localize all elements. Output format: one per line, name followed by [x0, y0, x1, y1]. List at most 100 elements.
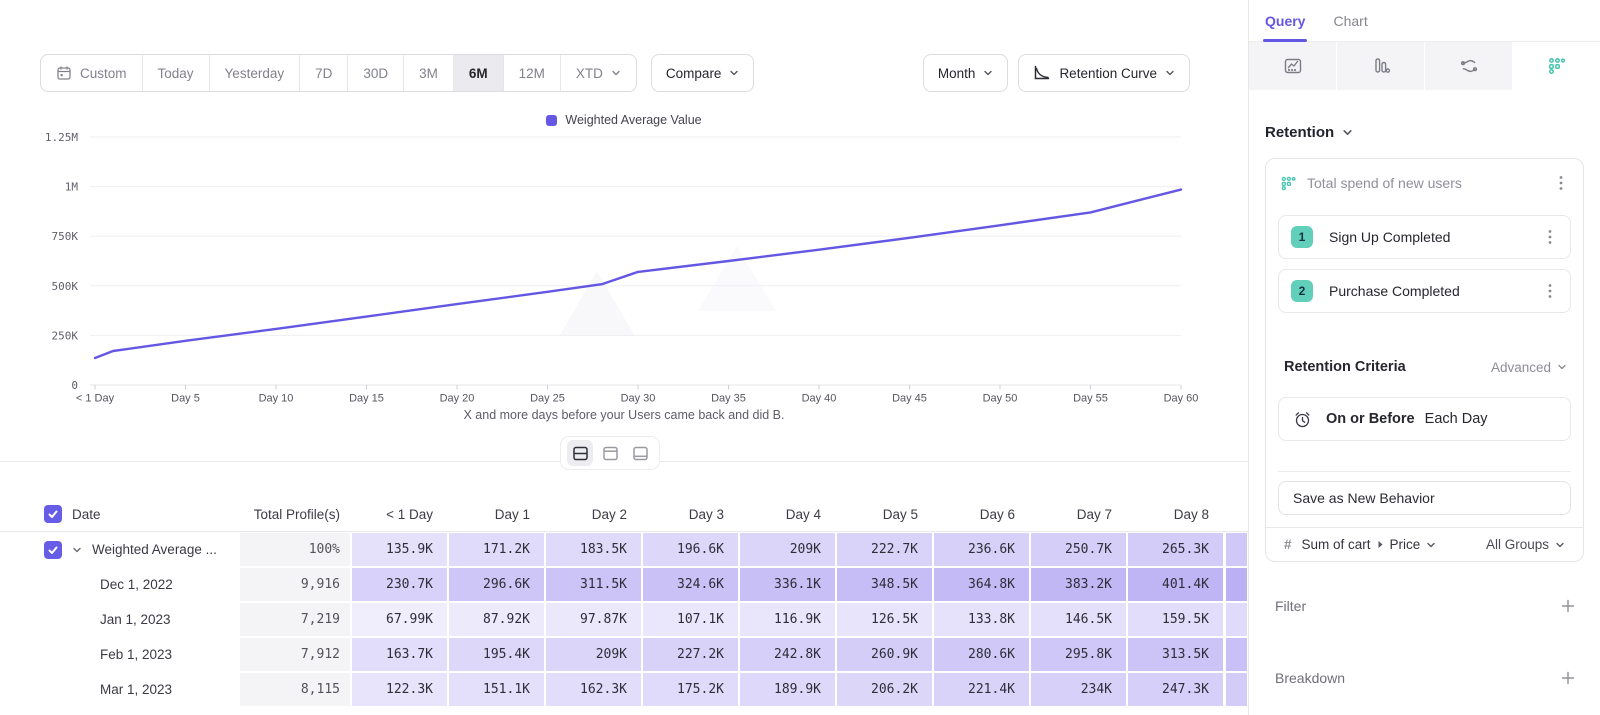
split-equal-icon[interactable]	[567, 440, 593, 466]
range-custom[interactable]: Custom	[41, 55, 142, 91]
retention-cell[interactable]: 234K	[1031, 673, 1126, 706]
retention-cell[interactable]: 222.7K	[837, 533, 932, 566]
retention-cell-clipped[interactable]	[1226, 568, 1247, 601]
retention-cell-clipped[interactable]	[1226, 638, 1247, 671]
retention-cell[interactable]: 163.7K	[352, 638, 447, 671]
retention-cell[interactable]: 126.5K	[837, 603, 932, 636]
step-row-sign-up[interactable]: 1 Sign Up Completed	[1278, 215, 1571, 259]
range-today[interactable]: Today	[142, 55, 209, 91]
retention-cell[interactable]: 162.3K	[546, 673, 641, 706]
table-row[interactable]: Jan 1, 20237,21967.99K87.92K97.87K107.1K…	[0, 603, 1248, 636]
tab-chart[interactable]: Chart	[1333, 0, 1367, 41]
compare-button[interactable]: Compare	[651, 54, 755, 92]
retention-cell[interactable]: 196.6K	[643, 533, 738, 566]
retention-cell[interactable]: 250.7K	[1031, 533, 1126, 566]
retention-cell[interactable]: 236.6K	[934, 533, 1029, 566]
retention-cell-clipped[interactable]	[1226, 603, 1247, 636]
retention-cell[interactable]: 159.5K	[1128, 603, 1223, 636]
retention-cell[interactable]: 107.1K	[643, 603, 738, 636]
retention-cell[interactable]: 401.4K	[1128, 568, 1223, 601]
range-30d[interactable]: 30D	[347, 55, 403, 91]
retention-cell[interactable]: 189.9K	[740, 673, 835, 706]
add-breakdown-button[interactable]	[1560, 670, 1576, 686]
retention-cell[interactable]: 348.5K	[837, 568, 932, 601]
step-row-purchase[interactable]: 2 Purchase Completed	[1278, 269, 1571, 313]
range-12m[interactable]: 12M	[503, 55, 560, 91]
row-checkbox[interactable]	[44, 541, 62, 559]
tab-query[interactable]: Query	[1265, 0, 1305, 41]
retention-curve-line[interactable]	[95, 190, 1181, 358]
flows-icon[interactable]	[1425, 42, 1513, 90]
table-row[interactable]: Feb 1, 20237,912163.7K195.4K209K227.2K24…	[0, 638, 1248, 671]
retention-cell[interactable]: 280.6K	[934, 638, 1029, 671]
retention-cell[interactable]: 324.6K	[643, 568, 738, 601]
retention-cell[interactable]: 171.2K	[449, 533, 544, 566]
retention-cell[interactable]: 295.8K	[1031, 638, 1126, 671]
retention-cell[interactable]: 227.2K	[643, 638, 738, 671]
retention-cell[interactable]: 383.2K	[1031, 568, 1126, 601]
table-row[interactable]: Weighted Average ...100%135.9K171.2K183.…	[0, 533, 1248, 566]
row-date-label[interactable]: Dec 1, 2022	[100, 577, 173, 592]
retention-condition-row[interactable]: On or Before Each Day	[1278, 397, 1571, 441]
range-6m[interactable]: 6M	[453, 55, 503, 91]
retention-cell[interactable]: 296.6K	[449, 568, 544, 601]
row-date-label[interactable]: Mar 1, 2023	[100, 682, 172, 697]
retention-cell-clipped[interactable]	[1226, 673, 1247, 706]
table-row[interactable]: Dec 1, 20229,916230.7K296.6K311.5K324.6K…	[0, 568, 1248, 601]
retention-icon[interactable]	[1513, 42, 1600, 90]
retention-cell[interactable]: 364.8K	[934, 568, 1029, 601]
retention-cell[interactable]: 133.8K	[934, 603, 1029, 636]
retention-cell[interactable]: 209K	[546, 638, 641, 671]
chart-type-button[interactable]: Retention Curve	[1018, 54, 1190, 92]
behavior-title[interactable]: Total spend of new users	[1307, 175, 1543, 191]
add-filter-button[interactable]	[1560, 598, 1576, 614]
expand-chevron-icon[interactable]	[72, 545, 82, 555]
table-row[interactable]: Mar 1, 20238,115122.3K151.1K162.3K175.2K…	[0, 673, 1248, 706]
groups-dropdown[interactable]: All Groups	[1486, 537, 1565, 552]
retention-cell[interactable]: 67.99K	[352, 603, 447, 636]
retention-line-chart[interactable]: 0250K500K750K1M1.25M< 1 DayDay 5Day 10Da…	[0, 108, 1248, 408]
row-date-label[interactable]: Feb 1, 2023	[100, 647, 172, 662]
retention-cell[interactable]: 311.5K	[546, 568, 641, 601]
retention-cell[interactable]: 122.3K	[352, 673, 447, 706]
retention-cell[interactable]: 242.8K	[740, 638, 835, 671]
granularity-button[interactable]: Month	[923, 54, 1009, 92]
retention-cell[interactable]: 146.5K	[1031, 603, 1126, 636]
row-date-label[interactable]: Jan 1, 2023	[100, 612, 171, 627]
select-all-checkbox[interactable]	[44, 505, 62, 523]
split-top-icon[interactable]	[597, 440, 623, 466]
advanced-dropdown[interactable]: Advanced	[1491, 360, 1567, 375]
split-bottom-icon[interactable]	[627, 440, 653, 466]
retention-cell[interactable]: 206.2K	[837, 673, 932, 706]
retention-cell[interactable]: 209K	[740, 533, 835, 566]
range-yesterday[interactable]: Yesterday	[209, 55, 300, 91]
retention-cell[interactable]: 247.3K	[1128, 673, 1223, 706]
retention-cell[interactable]: 135.9K	[352, 533, 447, 566]
retention-cell[interactable]: 230.7K	[352, 568, 447, 601]
retention-cell[interactable]: 87.92K	[449, 603, 544, 636]
retention-cell[interactable]: 151.1K	[449, 673, 544, 706]
retention-cell[interactable]: 175.2K	[643, 673, 738, 706]
retention-cell[interactable]: 221.4K	[934, 673, 1029, 706]
retention-cell[interactable]: 183.5K	[546, 533, 641, 566]
retention-cell[interactable]: 313.5K	[1128, 638, 1223, 671]
retention-cell[interactable]: 116.9K	[740, 603, 835, 636]
save-behavior-button[interactable]: Save as New Behavior	[1278, 481, 1571, 515]
insights-icon[interactable]	[1249, 42, 1337, 90]
step-kebab-icon[interactable]	[1542, 283, 1558, 299]
measure-property-dropdown[interactable]: Sum of cart Price	[1302, 537, 1476, 552]
retention-cell[interactable]: 97.87K	[546, 603, 641, 636]
retention-cell-clipped[interactable]	[1226, 533, 1247, 566]
step-kebab-icon[interactable]	[1542, 229, 1558, 245]
range-7d[interactable]: 7D	[299, 55, 347, 91]
retention-cell[interactable]: 336.1K	[740, 568, 835, 601]
range-3m[interactable]: 3M	[403, 55, 453, 91]
analysis-type-dropdown[interactable]: Retention	[1265, 124, 1353, 141]
range-xtd[interactable]: XTD	[560, 55, 636, 91]
row-label[interactable]: Weighted Average ...	[92, 542, 217, 557]
retention-cell[interactable]: 260.9K	[837, 638, 932, 671]
retention-cell[interactable]: 265.3K	[1128, 533, 1223, 566]
behavior-kebab-icon[interactable]	[1553, 175, 1569, 191]
funnels-icon[interactable]	[1337, 42, 1425, 90]
retention-cell[interactable]: 195.4K	[449, 638, 544, 671]
